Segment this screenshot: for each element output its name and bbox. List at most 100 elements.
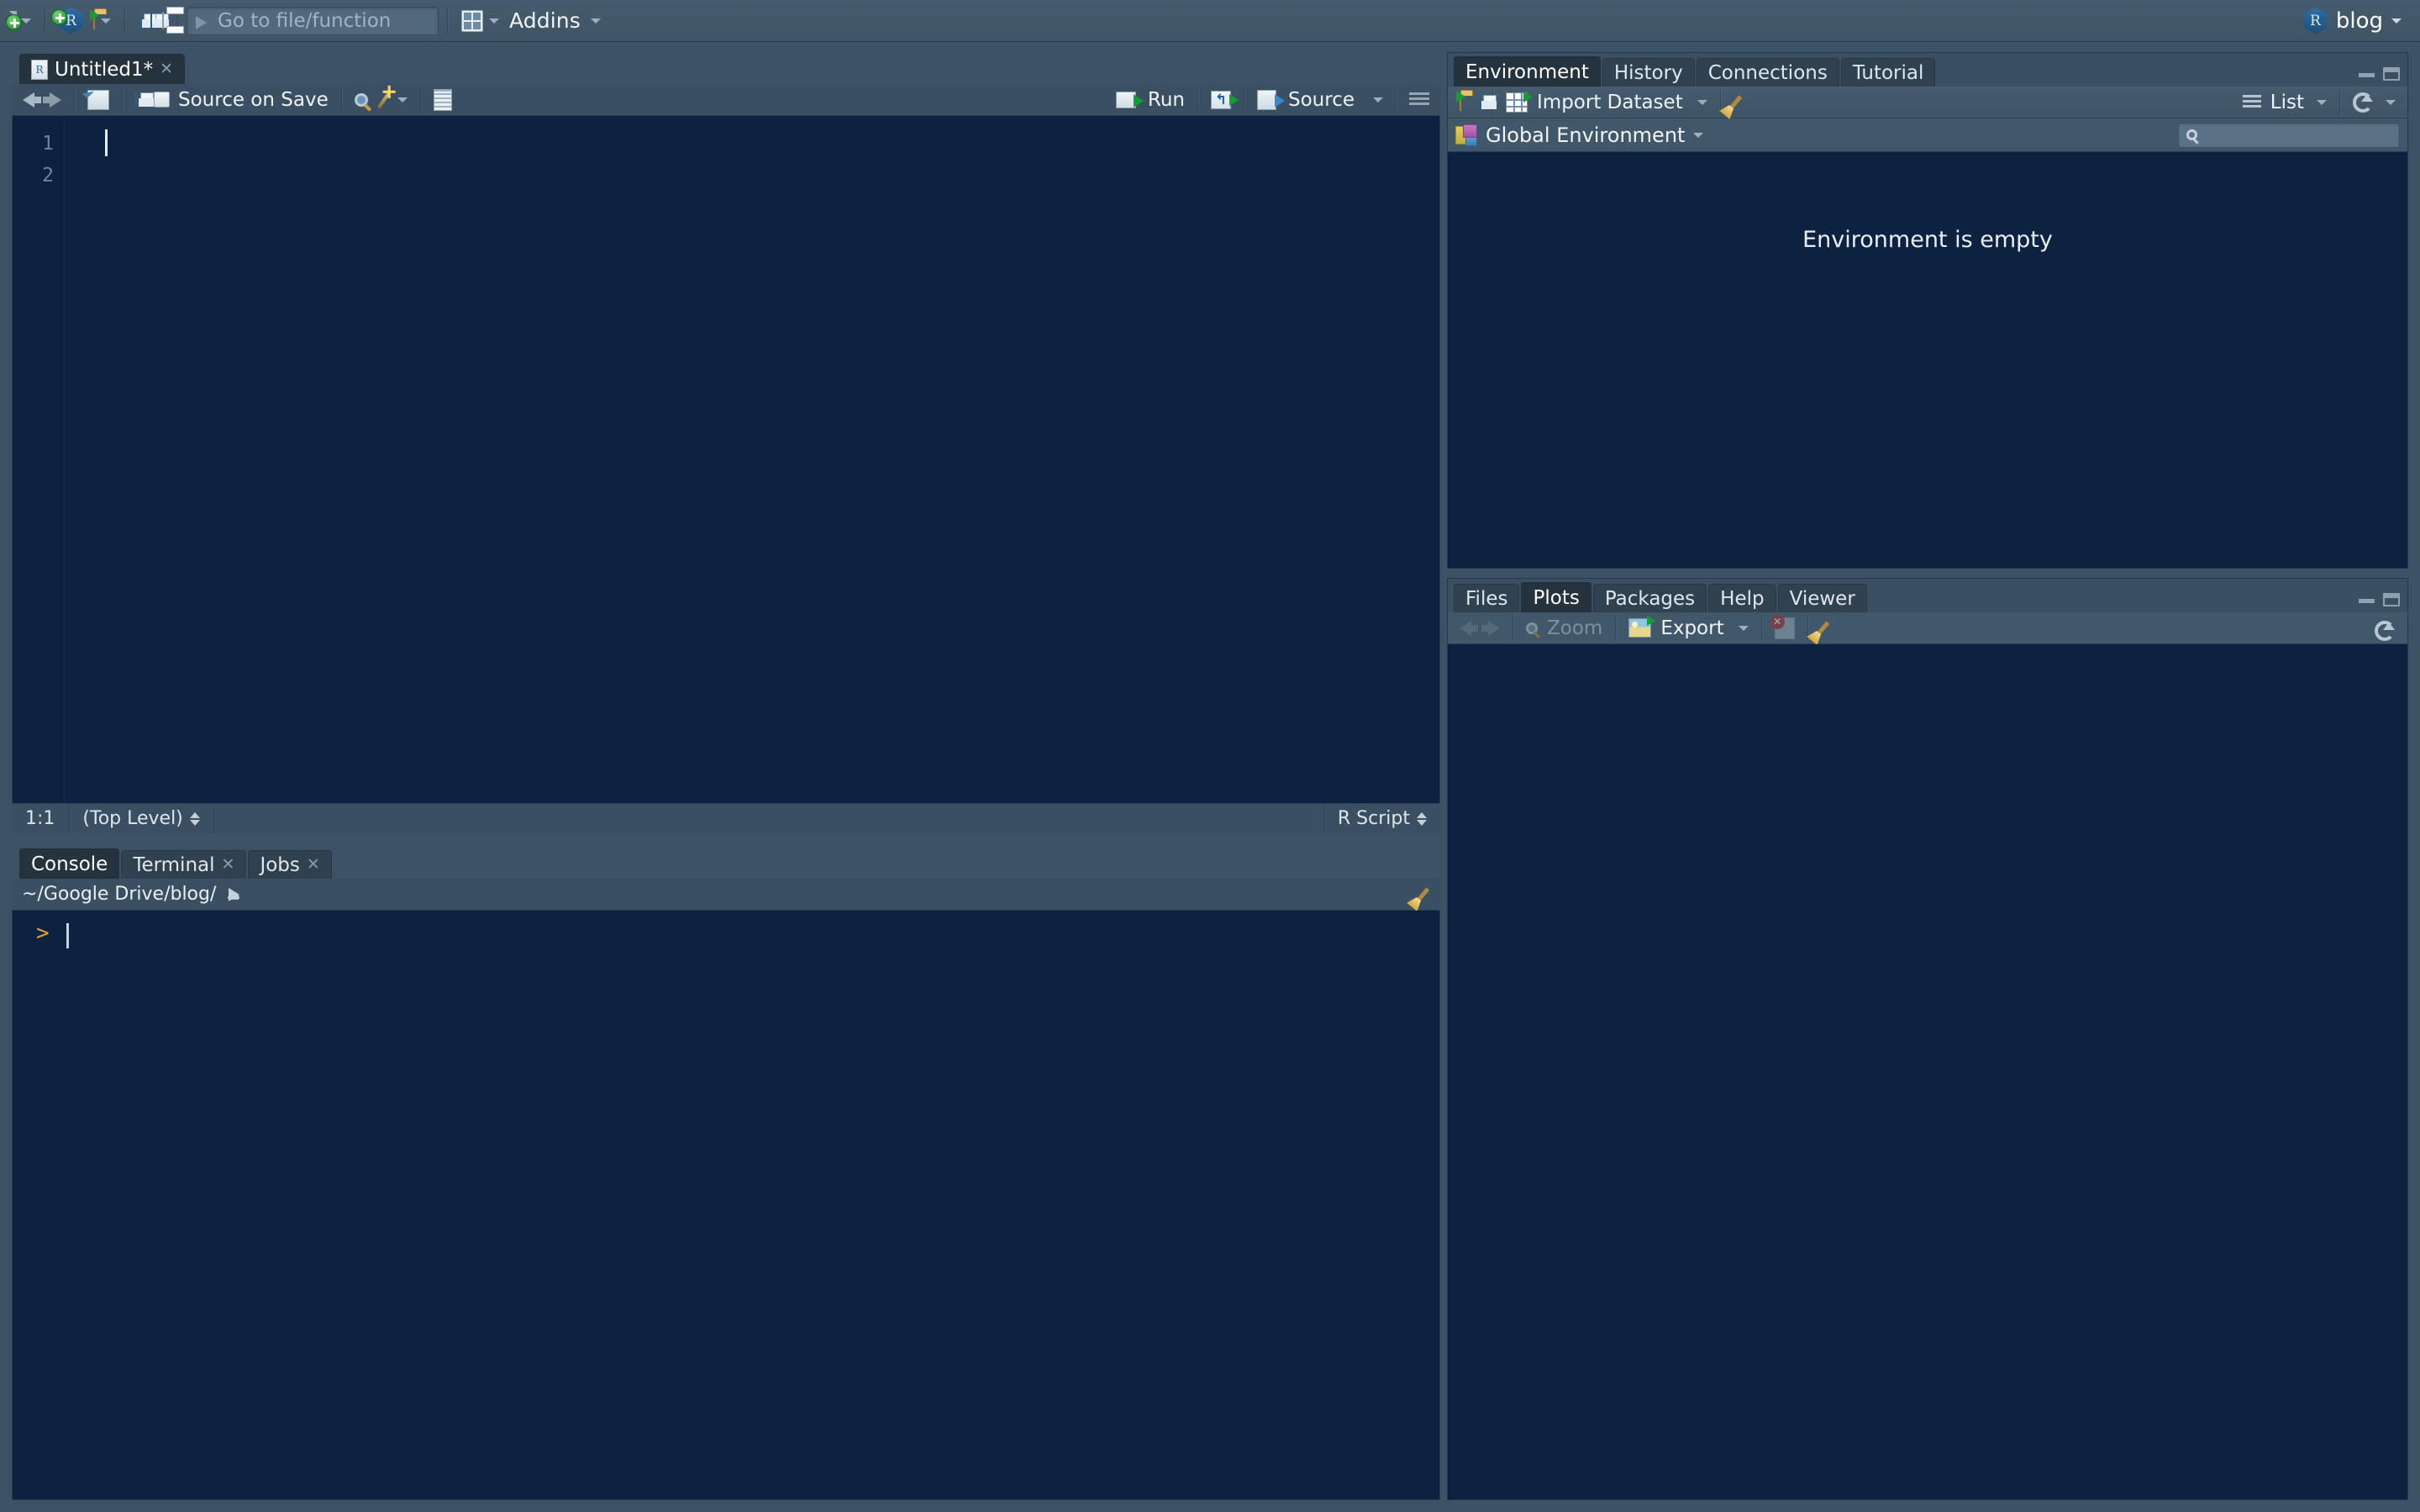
file-type-label: R Script [1337,808,1410,829]
refresh-environment-button[interactable] [2349,89,2400,116]
compile-report-button[interactable] [429,87,456,113]
chevron-down-icon[interactable] [397,97,408,102]
save-workspace-button[interactable] [1474,89,1484,116]
chevron-down-icon[interactable] [1373,97,1383,102]
save-document-button[interactable] [131,87,141,113]
tab-label: Plots [1533,586,1580,609]
refresh-plots-button[interactable] [2370,617,2399,644]
goto-arrow-icon [196,13,211,29]
tab-files[interactable]: Files [1454,584,1520,612]
code-text-area[interactable] [65,116,1439,803]
view-mode-button[interactable]: List [2238,89,2331,116]
tab-environment[interactable]: Environment [1454,56,1601,87]
minimize-icon[interactable] [2359,596,2375,603]
load-workspace-button[interactable] [1455,89,1465,116]
addins-button[interactable]: Addins [504,5,606,37]
plots-pane: Files Plots Packages Help Viewer Zoom Ex… [1447,578,2408,1500]
chevron-down-icon[interactable] [21,18,31,24]
toggle-outline-button[interactable] [1405,87,1434,113]
close-icon[interactable]: ✕ [160,61,173,77]
export-plot-button[interactable]: Export [1624,615,1752,642]
tab-connections[interactable]: Connections [1696,58,1839,87]
file-type-selector[interactable]: R Script [1323,803,1440,834]
project-indicator[interactable]: R blog [2302,7,2408,34]
source-on-save-checkbox[interactable]: Source on Save [150,87,333,113]
tab-help[interactable]: Help [1708,584,1776,612]
chevron-down-icon[interactable] [2317,99,2327,105]
tab-packages[interactable]: Packages [1592,584,1707,612]
pane-layout-icon [461,9,483,32]
code-editor-surface[interactable]: 1 2 [12,116,1440,803]
minimize-icon[interactable] [2359,71,2375,77]
broom-icon[interactable] [1416,886,1430,902]
new-file-button[interactable] [6,5,36,37]
scope-selector[interactable]: (Top Level) [69,803,214,834]
r-project-icon: R [51,7,83,34]
tab-label: History [1613,61,1683,84]
toolbar-divider [340,87,342,113]
chevron-down-icon[interactable] [1697,99,1707,105]
clear-all-plots-button[interactable] [1816,615,1829,642]
zoom-plot-button[interactable]: Zoom [1522,615,1607,642]
open-file-button[interactable] [88,5,116,37]
tab-label: Tutorial [1852,61,1924,84]
clear-objects-button[interactable] [1728,89,1742,116]
find-replace-button[interactable] [350,87,372,113]
remove-plot-button[interactable] [1770,614,1799,642]
checkbox-icon[interactable] [154,92,170,108]
tab-plots[interactable]: Plots [1521,582,1591,612]
updown-chevron-icon[interactable] [189,811,200,826]
chevron-down-icon[interactable] [489,18,499,24]
import-dataset-button[interactable]: Import Dataset [1502,89,1712,116]
forward-button[interactable] [43,87,66,113]
tab-terminal[interactable]: Terminal ✕ [121,850,247,879]
show-in-new-window-button[interactable] [82,86,113,113]
next-plot-button[interactable] [1481,615,1504,642]
back-button[interactable] [18,87,41,113]
code-tools-button[interactable] [372,87,412,113]
tab-label: Viewer [1789,587,1855,610]
plots-content-area [1448,644,2407,1499]
chevron-down-icon[interactable] [590,18,601,24]
chevron-down-icon[interactable] [2391,18,2402,24]
tab-history[interactable]: History [1602,58,1695,87]
environment-empty-message: Environment is empty [1802,227,2053,253]
share-arrow-icon[interactable] [228,887,240,901]
source-button[interactable]: Source [1253,87,1387,113]
updown-chevron-icon[interactable] [1417,811,1427,826]
source-tab-untitled1[interactable]: R Untitled1* ✕ [19,54,186,84]
pane-layout-button[interactable] [456,5,504,37]
close-icon[interactable]: ✕ [307,857,320,873]
new-project-button[interactable]: R [51,5,88,37]
source-statusbar: 1:1 (Top Level) R Script [12,803,1440,834]
scope-label: (Top Level) [82,808,183,829]
chevron-down-icon[interactable] [1738,625,1749,631]
environment-search-input[interactable] [2178,122,2400,148]
tab-console[interactable]: Console [19,848,120,879]
console-tabbar: Console Terminal ✕ Jobs ✕ [12,847,1440,1493]
chevron-down-icon[interactable] [1693,132,1704,138]
close-icon[interactable]: ✕ [222,857,235,873]
r-file-icon: R [31,59,48,80]
maximize-icon[interactable] [2383,593,2400,606]
text-cursor [105,129,108,156]
console-working-directory-bar: ~/Google Drive/blog/ [12,879,1440,911]
chevron-down-icon[interactable] [101,18,111,24]
tab-viewer[interactable]: Viewer [1777,584,1867,612]
previous-plot-button[interactable] [1455,615,1478,642]
maximize-icon[interactable] [2383,67,2400,81]
console-output-area[interactable]: > [12,911,1440,1500]
rerun-button[interactable]: ↰ [1207,87,1239,113]
line-number-gutter: 1 2 [13,116,65,803]
goto-file-input[interactable]: Go to file/function [187,6,439,35]
run-button[interactable]: Run [1112,87,1189,113]
toolbar-divider [1512,615,1513,641]
project-name: blog [2335,8,2383,34]
tab-tutorial[interactable]: Tutorial [1840,58,1936,87]
save-button[interactable] [134,5,145,37]
tab-label: Files [1465,587,1508,610]
save-floppy-icon [135,91,137,108]
toolbar-divider [74,87,75,113]
chevron-down-icon[interactable] [2386,99,2396,105]
tab-jobs[interactable]: Jobs ✕ [248,850,332,879]
